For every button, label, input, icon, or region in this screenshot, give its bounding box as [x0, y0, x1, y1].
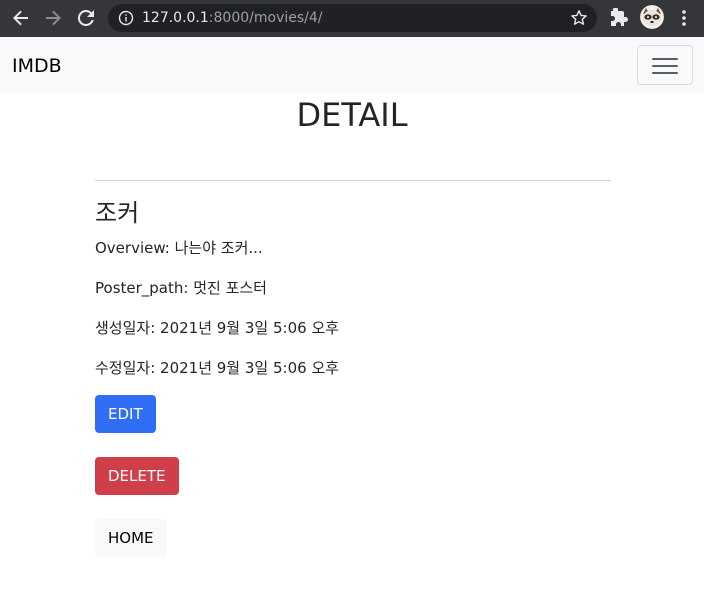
movie-poster-path: Poster_path: 멋진 포스터: [95, 279, 267, 297]
kebab-menu-icon[interactable]: [676, 8, 692, 28]
edit-button[interactable]: EDIT: [95, 395, 156, 433]
bookmark-star-icon[interactable]: [570, 9, 588, 27]
raccoon-avatar-icon: [640, 5, 664, 29]
site-navbar: IMDB: [0, 37, 704, 93]
movie-created-at: 생성일자: 2021년 9월 3일 5:06 오후: [95, 319, 340, 337]
forward-button[interactable]: [41, 6, 65, 30]
delete-button[interactable]: DELETE: [95, 457, 179, 495]
extensions-puzzle-icon[interactable]: [609, 8, 629, 28]
reload-icon: [77, 9, 94, 26]
info-icon[interactable]: [118, 10, 134, 26]
forward-arrow-icon: [46, 10, 61, 26]
url-host: 127.0.0.1: [142, 10, 209, 26]
browser-toolbar: 127.0.0.1:8000/movies/4/: [0, 0, 704, 37]
movie-title: 조커: [95, 199, 140, 227]
home-button[interactable]: HOME: [95, 519, 167, 557]
page-title: DETAIL: [296, 96, 408, 134]
url-text: 127.0.0.1:8000/movies/4/: [142, 9, 323, 27]
back-arrow-icon: [13, 10, 28, 26]
reload-button[interactable]: [74, 6, 98, 30]
divider: [95, 180, 611, 181]
profile-avatar[interactable]: [640, 5, 664, 29]
movie-overview: Overview: 나는야 조커...: [95, 239, 263, 257]
brand-link[interactable]: IMDB: [12, 55, 62, 77]
address-bar[interactable]: 127.0.0.1:8000/movies/4/: [108, 4, 597, 32]
back-button[interactable]: [9, 6, 33, 30]
navbar-toggler-button[interactable]: [637, 45, 693, 85]
url-path: :8000/movies/4/: [208, 10, 323, 26]
movie-updated-at: 수정일자: 2021년 9월 3일 5:06 오후: [95, 359, 340, 377]
